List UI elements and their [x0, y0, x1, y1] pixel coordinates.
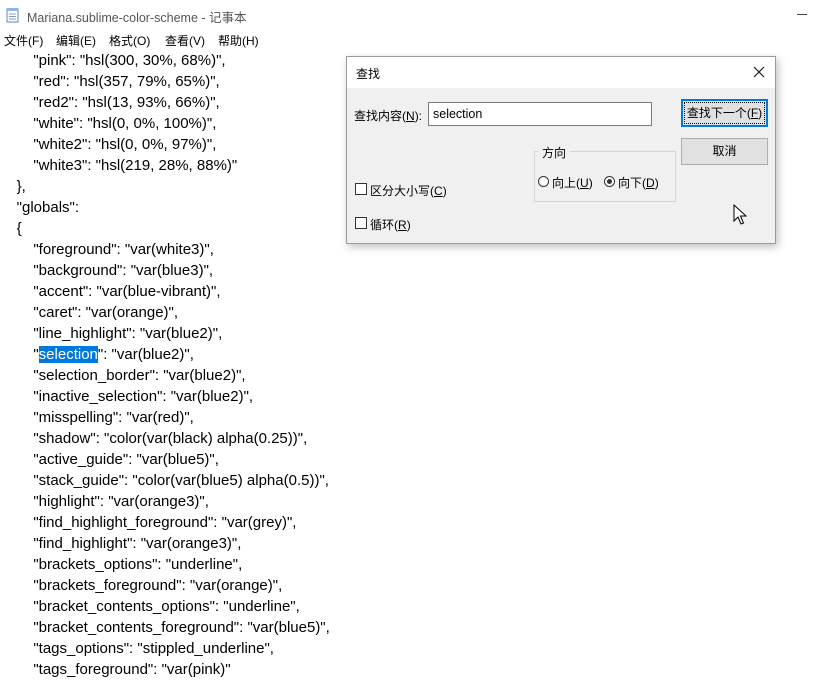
- mouse-pointer-icon: [733, 204, 747, 225]
- text-line: "brackets_foreground": "var(orange)",: [0, 577, 283, 594]
- menu-edit[interactable]: 编辑(E): [56, 32, 96, 49]
- text-line: "foreground": "var(white3)",: [0, 241, 214, 258]
- minimize-icon[interactable]: [797, 14, 807, 15]
- text-line: "accent": "var(blue-vibrant)",: [0, 283, 221, 300]
- text-line: "highlight": "var(orange3)",: [0, 493, 209, 510]
- text-line: "active_guide": "var(blue5)",: [0, 451, 219, 468]
- text-line: },: [0, 178, 26, 195]
- text-line: "red2": "hsl(13, 93%, 66%)",: [0, 94, 220, 111]
- text-line: "background": "var(blue3)",: [0, 262, 214, 279]
- notepad-icon: [6, 8, 19, 23]
- text-line: "shadow": "color(var(black) alpha(0.25))…: [0, 430, 308, 447]
- wrap-around-checkbox[interactable]: [355, 217, 367, 229]
- match-case-label[interactable]: 区分大小写(C): [370, 182, 447, 199]
- wrap-around-label[interactable]: 循环(R): [370, 216, 411, 233]
- direction-up-label[interactable]: 向上(U): [552, 174, 593, 191]
- text-line: "line_highlight": "var(blue2)",: [0, 325, 223, 342]
- text-line: "misspelling": "var(red)",: [0, 409, 194, 426]
- text-line: "inactive_selection": "var(blue2)",: [0, 388, 254, 405]
- text-line: "stack_guide": "color(var(blue5) alpha(0…: [0, 472, 329, 489]
- text-line: "white2": "hsl(0, 0%, 97%)",: [0, 136, 217, 153]
- direction-down-radio[interactable]: [604, 176, 615, 187]
- menu-format[interactable]: 格式(O): [109, 32, 150, 49]
- text-line: "pink": "hsl(300, 30%, 68%)",: [0, 52, 226, 69]
- text-line: "white": "hsl(0, 0%, 100%)",: [0, 115, 217, 132]
- text-line: "find_highlight_foreground": "var(grey)"…: [0, 514, 297, 531]
- cancel-button[interactable]: 取消: [681, 138, 768, 165]
- text-line: "find_highlight": "var(orange3)",: [0, 535, 242, 552]
- title-bar: Mariana.sublime-color-scheme - 记事本: [0, 0, 828, 30]
- text-line: "bracket_contents_foreground": "var(blue…: [0, 619, 330, 636]
- text-line: "white3": "hsl(219, 28%, 88%)": [0, 157, 238, 174]
- menu-view[interactable]: 查看(V): [165, 32, 205, 49]
- selected-text: selection: [38, 346, 98, 363]
- direction-label: 方向: [538, 144, 571, 161]
- text-line: "selection_border": "var(blue2)",: [0, 367, 246, 384]
- direction-down-label[interactable]: 向下(D): [618, 174, 659, 191]
- text-line: "tags_foreground": "var(pink)": [0, 661, 231, 678]
- close-icon[interactable]: [750, 63, 768, 81]
- menu-bar: 文件(F) 编辑(E) 格式(O) 查看(V) 帮助(H): [0, 30, 828, 50]
- text-line: "caret": "var(orange)",: [0, 304, 179, 321]
- window-title: Mariana.sublime-color-scheme - 记事本: [27, 11, 247, 25]
- find-dialog-titlebar: 查找: [347, 57, 775, 88]
- find-next-button[interactable]: 查找下一个(F): [681, 99, 768, 127]
- text-line: {: [0, 220, 22, 237]
- direction-up-radio[interactable]: [538, 176, 549, 187]
- text-line: "bracket_contents_options": "underline",: [0, 598, 300, 615]
- text-line: "red": "hsl(357, 79%, 65%)",: [0, 73, 220, 90]
- text-line: "selection": "var(blue2)",: [0, 346, 194, 363]
- text-line: "brackets_options": "underline",: [0, 556, 243, 573]
- find-what-label: 查找内容(N):: [354, 109, 423, 123]
- menu-file[interactable]: 文件(F): [4, 32, 43, 49]
- find-what-input[interactable]: [428, 102, 652, 126]
- menu-help[interactable]: 帮助(H): [218, 32, 259, 49]
- radio-selected-dot: [607, 179, 612, 184]
- find-dialog: 查找 查找内容(N): 查找下一个(F) 取消 方向 向上(U) 向下(D) 区…: [346, 56, 776, 244]
- match-case-checkbox[interactable]: [355, 183, 367, 195]
- find-dialog-title: 查找: [356, 67, 381, 81]
- text-line: "globals":: [0, 199, 80, 216]
- text-line: "tags_options": "stippled_underline",: [0, 640, 274, 657]
